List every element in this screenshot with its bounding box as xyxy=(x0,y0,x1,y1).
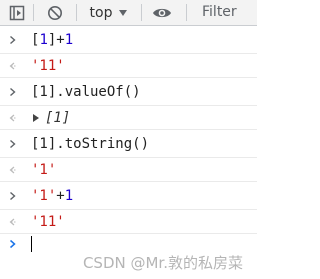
expand-triangle-icon[interactable] xyxy=(33,113,39,122)
console-output-line: '11' xyxy=(0,54,257,78)
watermark: CSDN @Mr.敦的私房菜 xyxy=(82,254,243,272)
number-token: 1 xyxy=(64,31,74,48)
toolbar-divider xyxy=(76,4,77,21)
code-token: [ xyxy=(31,31,40,48)
object-preview: [1] xyxy=(45,109,71,126)
string-token: '1' xyxy=(31,187,57,204)
console-output-line: '11' xyxy=(0,210,257,234)
clear-icon xyxy=(48,5,62,20)
number-token: 1 xyxy=(39,31,48,48)
input-prompt-icon xyxy=(8,130,18,157)
input-prompt-icon xyxy=(8,182,18,209)
console-output-line: [1] xyxy=(0,106,257,130)
text-caret xyxy=(31,236,32,252)
console-output-value: '11' xyxy=(31,213,65,230)
context-label: top xyxy=(89,4,113,21)
console-input-line: [1].valueOf() xyxy=(0,78,257,106)
code-token: + xyxy=(56,187,65,204)
console-input-code: [1].toString() xyxy=(31,135,150,152)
console-output-value: '11' xyxy=(31,57,65,74)
console-toolbar: top xyxy=(0,0,263,26)
console-prompt[interactable] xyxy=(0,234,257,254)
sidebar-toggle-icon xyxy=(9,5,25,20)
toolbar-divider xyxy=(186,4,187,21)
console-input-line: [1]+ 1 xyxy=(0,26,257,54)
output-return-icon xyxy=(8,54,18,77)
clear-console-button[interactable] xyxy=(44,0,66,25)
console-input-line: [1].toString() xyxy=(0,130,257,158)
console-object-output[interactable]: [1] xyxy=(33,106,70,129)
output-return-icon xyxy=(8,106,18,129)
dropdown-caret-icon xyxy=(119,9,128,16)
console-input-code: [1].valueOf() xyxy=(31,83,141,100)
console-input-line: '1' +1 xyxy=(0,182,257,210)
input-prompt-icon xyxy=(8,78,18,105)
toolbar-divider xyxy=(33,4,34,21)
console-output-value: '1' xyxy=(31,161,57,178)
console-output-line: '1' xyxy=(0,158,257,182)
output-return-icon xyxy=(8,210,18,233)
context-selector[interactable]: top xyxy=(84,0,134,25)
live-expression-button[interactable] xyxy=(149,0,175,25)
active-prompt-icon xyxy=(8,234,18,254)
show-sidebar-button[interactable] xyxy=(6,0,28,25)
filter-input[interactable] xyxy=(196,2,263,22)
console-input-code: '1' +1 xyxy=(31,182,73,209)
number-token: 1 xyxy=(64,187,74,204)
console-prompt-input[interactable] xyxy=(31,234,32,254)
input-prompt-icon xyxy=(8,26,18,53)
devtools-console: top [1]+1 '11' xyxy=(0,0,263,279)
eye-icon xyxy=(153,8,171,17)
code-token: ]+ xyxy=(47,31,65,48)
toolbar-divider xyxy=(141,4,142,21)
console-input-code: [1]+ 1 xyxy=(31,26,73,53)
output-return-icon xyxy=(8,158,18,181)
